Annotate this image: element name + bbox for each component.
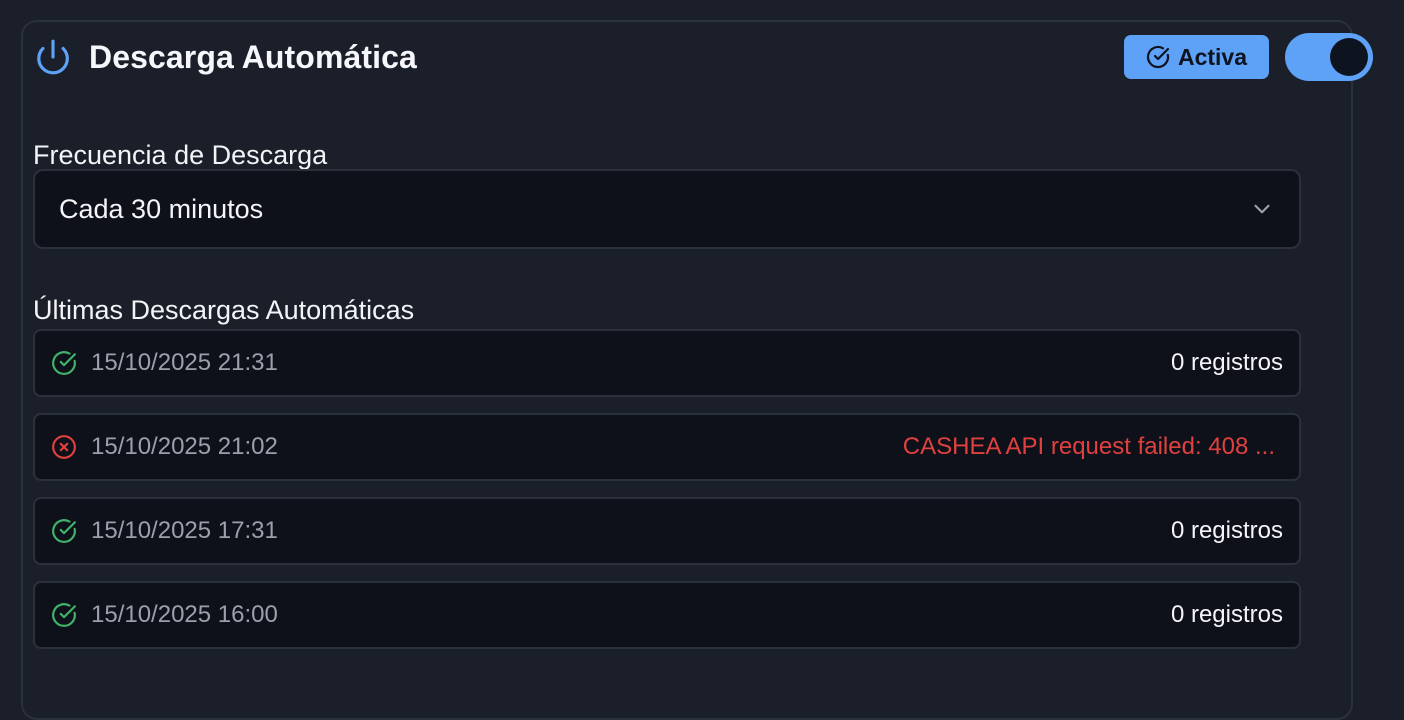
check-circle-icon xyxy=(51,602,77,628)
history-result: 0 registros xyxy=(1170,349,1283,376)
history-row: 15/10/2025 16:00 0 registros xyxy=(33,581,1301,649)
toggle-knob xyxy=(1330,38,1368,76)
history-row: 15/10/2025 21:02 CASHEA API request fail… xyxy=(33,413,1301,481)
check-circle-icon xyxy=(51,518,77,544)
history-timestamp: 15/10/2025 17:31 xyxy=(91,517,278,544)
history-label: Últimas Descargas Automáticas xyxy=(33,295,415,325)
status-badge-label: Activa xyxy=(1177,43,1247,70)
history-error-message: CASHEA API request failed: 408 ... xyxy=(902,433,1275,460)
card-title: Descarga Automática xyxy=(89,38,417,75)
history-timestamp: 15/10/2025 21:31 xyxy=(91,349,278,376)
frequency-select[interactable]: Cada 30 minutos xyxy=(33,169,1301,249)
history-timestamp: 15/10/2025 16:00 xyxy=(91,601,278,628)
history-list: 15/10/2025 21:31 0 registros 15/10/2025 … xyxy=(33,329,1301,665)
auto-download-toggle[interactable] xyxy=(1285,33,1373,81)
history-row: 15/10/2025 17:31 0 registros xyxy=(33,497,1301,565)
check-circle-icon xyxy=(51,350,77,376)
history-result: 0 registros xyxy=(1170,601,1283,628)
x-circle-icon xyxy=(51,434,77,460)
history-row: 15/10/2025 21:31 0 registros xyxy=(33,329,1301,397)
frequency-select-value: Cada 30 minutos xyxy=(59,193,264,224)
power-icon xyxy=(33,37,73,77)
history-timestamp: 15/10/2025 21:02 xyxy=(91,433,278,460)
check-circle-icon xyxy=(1146,45,1170,69)
frequency-label: Frecuencia de Descarga xyxy=(33,140,328,170)
status-badge: Activa xyxy=(1123,35,1269,79)
history-result: 0 registros xyxy=(1170,517,1283,544)
card-header: Descarga Automática Activa xyxy=(33,33,1373,81)
chevron-down-icon xyxy=(1249,196,1275,222)
header-controls: Activa xyxy=(1123,33,1373,81)
